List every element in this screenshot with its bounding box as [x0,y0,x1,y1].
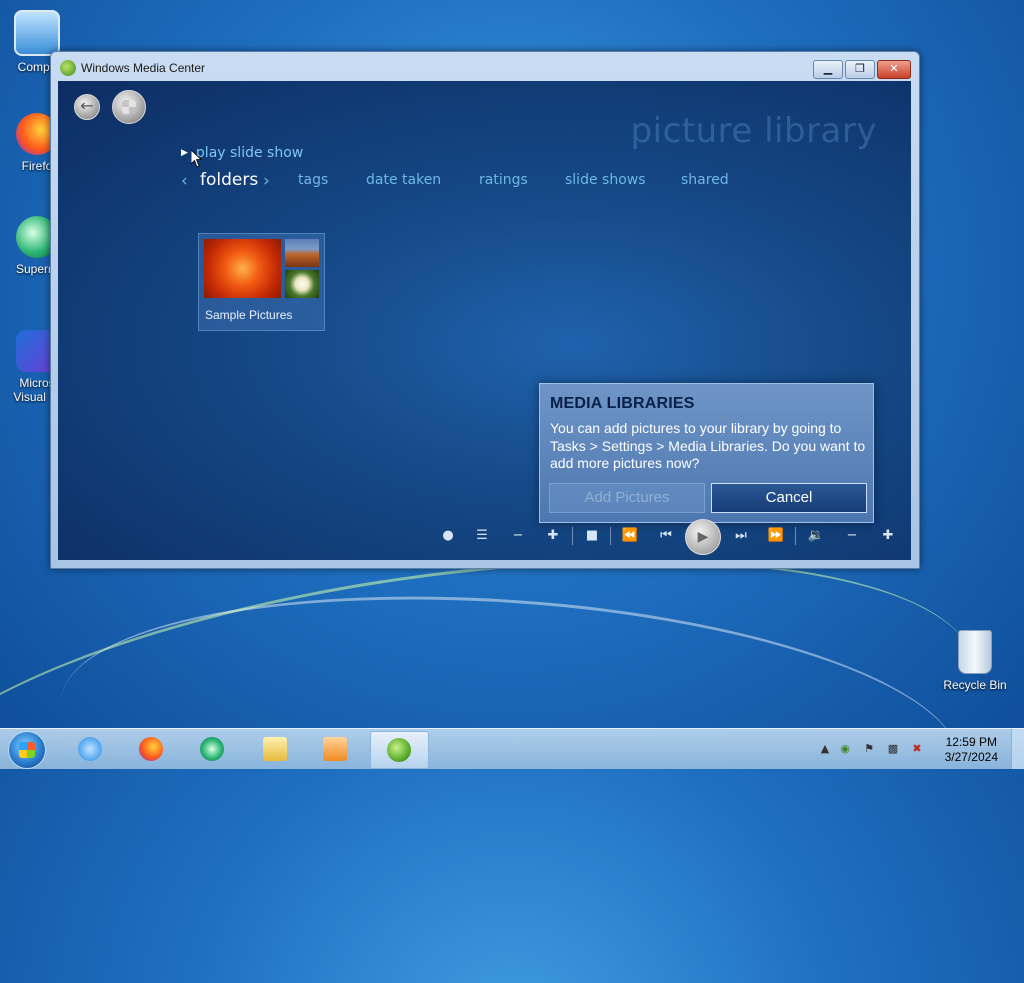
system-tray: ▲ ◉ ⚑ ▩ ✖ 12:59 PM 3/27/2024 [814,729,1024,769]
action-center-flag-icon[interactable]: ⚑ [862,742,876,756]
channel-down-icon[interactable]: − [508,527,528,545]
tab-folders[interactable]: folders [200,170,258,190]
media-libraries-dialog: MEDIA LIBRARIES You can add pictures to … [539,383,874,523]
firefox-icon [139,737,163,761]
maximize-button[interactable]: ❐ [845,60,875,79]
back-arrow-icon: ← [80,96,94,115]
back-button[interactable]: ← [74,94,100,120]
recycle-bin-icon [958,630,992,674]
security-icon[interactable]: ◉ [838,742,852,756]
fast-forward-icon[interactable]: ⏩ [766,527,786,545]
show-hidden-icons-icon[interactable]: ▲ [818,742,832,756]
network-icon[interactable]: ▩ [886,742,900,756]
tab-shared[interactable]: shared [681,172,729,188]
computer-icon [14,10,60,56]
folder-tile-sample-pictures[interactable]: Sample Pictures [198,233,325,331]
taskbar-supermium[interactable] [186,731,238,767]
taskbar-media-center[interactable] [370,731,429,769]
media-center-start-button[interactable] [112,90,146,124]
file-explorer-icon [263,737,287,761]
chevron-right-icon[interactable]: › [263,171,270,191]
clock-time: 12:59 PM [945,735,997,749]
window-title: Windows Media Center [81,61,206,75]
thumbnail-desert [285,239,319,267]
stop-icon[interactable]: ■ [582,527,602,545]
play-icon: ▶ [697,529,709,545]
skip-forward-icon[interactable]: ⏭ [731,527,751,545]
clock[interactable]: 12:59 PM 3/27/2024 [945,735,998,765]
taskbar: ▲ ◉ ⚑ ▩ ✖ 12:59 PM 3/27/2024 [0,728,1024,769]
thumbnail-white-flower [285,270,319,298]
taskbar-internet-explorer[interactable] [64,731,116,767]
play-button[interactable]: ▶ [685,519,721,555]
play-icon: ▶ [181,148,188,158]
dialog-message: You can add pictures to your library by … [550,420,866,471]
separator [572,527,573,545]
close-button[interactable]: ✕ [877,60,911,79]
skip-back-icon[interactable]: ⏮ [656,527,676,545]
add-pictures-button[interactable]: Add Pictures [549,483,705,513]
media-center-content: ← picture library ▶ play slide show ‹ fol… [58,81,911,560]
dialog-title: MEDIA LIBRARIES [550,395,695,412]
clock-date: 3/27/2024 [944,750,998,764]
chevron-left-icon[interactable]: ‹ [181,171,188,191]
mouse-cursor-icon [191,150,203,168]
supermium-icon [200,737,224,761]
media-center-window: Windows Media Center ▁ ❐ ✕ ← picture lib… [50,51,920,569]
tab-ratings[interactable]: ratings [479,172,528,188]
rewind-icon[interactable]: ⏪ [620,527,640,545]
media-center-icon [60,60,76,76]
media-center-icon [387,738,411,762]
channel-up-icon[interactable]: ✚ [543,527,563,545]
cancel-button[interactable]: Cancel [711,483,867,513]
guide-list-icon[interactable]: ☰ [472,527,492,545]
taskbar-file-explorer[interactable] [249,731,301,767]
page-title: picture library [630,111,877,151]
tab-date-taken[interactable]: date taken [366,172,441,188]
taskbar-media-player[interactable] [309,731,361,767]
volume-muted-icon[interactable]: ✖ [910,742,924,756]
desktop-icon-recycle-bin[interactable]: Recycle Bin [940,630,1010,692]
window-titlebar[interactable]: Windows Media Center ▁ ❐ ✕ [51,52,919,82]
internet-explorer-icon [78,737,102,761]
folder-label: Sample Pictures [205,308,293,322]
volume-icon[interactable]: 🔉 [806,527,826,545]
start-button[interactable] [8,731,46,769]
separator [795,527,796,545]
play-slide-show-label: play slide show [195,145,304,161]
thumbnail-flower [204,239,281,298]
media-player-icon [323,737,347,761]
separator [610,527,611,545]
minimize-button[interactable]: ▁ [813,60,843,79]
show-desktop-button[interactable] [1011,729,1024,769]
volume-down-icon[interactable]: − [842,527,862,545]
taskbar-firefox[interactable] [125,731,177,767]
transport-controls: ● ☰ − ✚ ■ ⏪ ⏮ ▶ ⏭ ⏩ 🔉 − ✚ [438,519,898,555]
record-icon[interactable]: ● [438,527,458,545]
desktop-icon-label: Recycle Bin [943,678,1007,692]
tab-slide-shows[interactable]: slide shows [565,172,646,188]
volume-up-icon[interactable]: ✚ [878,527,898,545]
tab-tags[interactable]: tags [298,172,328,188]
